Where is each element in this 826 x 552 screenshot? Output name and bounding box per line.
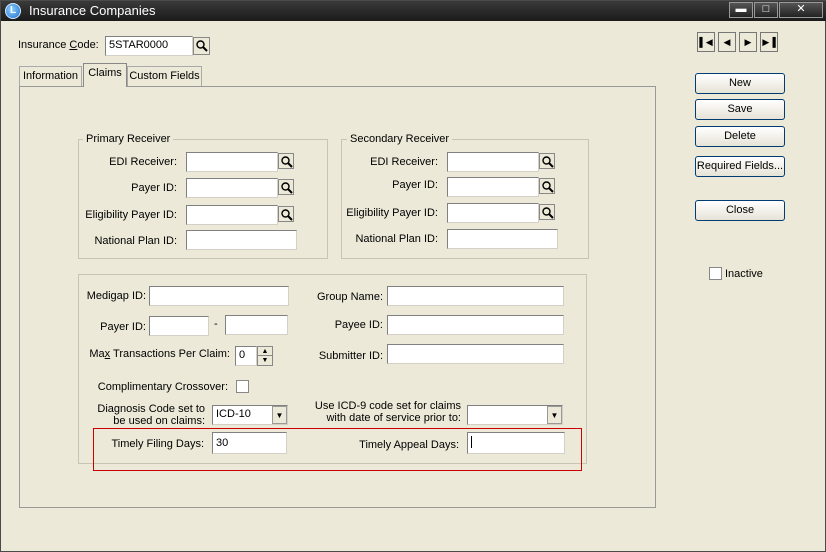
search-icon	[542, 181, 554, 193]
diagnosis-code-value: ICD-10	[216, 408, 251, 420]
maximize-button[interactable]: □	[754, 2, 778, 18]
search-icon	[281, 182, 293, 194]
diagnosis-code-label-line-1: Diagnosis Code set to	[97, 403, 205, 415]
primary-national-plan-id-label: National Plan ID:	[94, 235, 177, 247]
icd9-label-line-2: with date of service prior to:	[326, 412, 461, 424]
payer-id-label: Payer ID:	[100, 321, 146, 333]
search-icon	[196, 40, 208, 52]
insurance-code-lookup-button[interactable]	[193, 37, 210, 55]
complimentary-crossover-label: Complimentary Crossover:	[97, 381, 228, 393]
close-button[interactable]: Close	[695, 200, 785, 221]
inactive-checkbox[interactable]	[709, 267, 722, 280]
insurance-companies-window: L Insurance Companies ▬ □ ✕ Insurance Co…	[0, 0, 826, 552]
text-cursor	[471, 436, 472, 448]
last-record-button[interactable]: ▶▐	[760, 32, 778, 52]
maximize-icon: □	[762, 3, 770, 15]
tab-claims-label: Claims	[88, 67, 122, 79]
search-icon	[281, 156, 293, 168]
medigap-id-label: Medigap ID:	[86, 290, 146, 302]
submitter-id-input[interactable]	[387, 344, 564, 364]
tab-claims[interactable]: Claims	[83, 63, 127, 87]
secondary-edi-receiver-lookup-button[interactable]	[539, 153, 555, 169]
payee-id-label: Payee ID:	[334, 319, 383, 331]
tab-information-label: Information	[22, 70, 79, 82]
inactive-label: Inactive	[725, 268, 763, 280]
tab-information[interactable]: Information	[19, 66, 82, 86]
primary-payer-id-label: Payer ID:	[131, 182, 177, 194]
medigap-id-input[interactable]	[149, 286, 289, 306]
last-record-icon: ▶▐	[762, 37, 776, 47]
max-transactions-label: Max Transactions Per Claim:	[89, 348, 230, 360]
primary-edi-receiver-label: EDI Receiver:	[109, 156, 177, 168]
previous-record-button[interactable]: ◀	[718, 32, 736, 52]
next-record-button[interactable]: ▶	[739, 32, 757, 52]
chevron-down-icon[interactable]: ▼	[547, 406, 562, 424]
first-record-button[interactable]: ▌◀	[697, 32, 715, 52]
timely-appeal-days-input[interactable]	[467, 432, 565, 454]
spin-up-icon[interactable]: ▲	[258, 347, 272, 356]
search-icon	[542, 207, 554, 219]
secondary-payer-id-label: Payer ID:	[392, 179, 438, 191]
previous-record-icon: ◀	[723, 37, 731, 47]
payer-id-input-1[interactable]	[149, 316, 209, 336]
window-title: Insurance Companies	[29, 3, 156, 18]
insurance-code-input[interactable]: 5STAR0000	[105, 36, 193, 56]
primary-edi-receiver-input[interactable]	[186, 152, 278, 172]
icd9-label: Use ICD-9 code set for claims with date …	[301, 400, 461, 424]
minimize-icon: ▬	[735, 3, 747, 15]
first-record-icon: ▌◀	[699, 37, 713, 47]
close-window-button[interactable]: ✕	[779, 2, 823, 18]
primary-eligibility-payer-id-label: Eligibility Payer ID:	[85, 209, 177, 221]
timely-filing-days-label: Timely Filing Days:	[111, 438, 205, 450]
chevron-down-icon[interactable]: ▼	[272, 406, 287, 424]
next-record-icon: ▶	[744, 37, 752, 47]
secondary-eligibility-payer-id-lookup-button[interactable]	[539, 204, 555, 220]
diagnosis-code-label: Diagnosis Code set to be used on claims:	[61, 403, 205, 427]
timely-filing-days-input[interactable]: 30	[212, 432, 287, 454]
max-transactions-spinner[interactable]: ▲ ▼	[257, 346, 273, 366]
required-fields-button[interactable]: Required Fields...	[695, 156, 785, 177]
secondary-national-plan-id-label: National Plan ID:	[355, 233, 438, 245]
tab-custom-fields[interactable]: Custom Fields	[127, 66, 202, 86]
new-button[interactable]: New	[695, 73, 785, 94]
payer-id-input-2[interactable]	[225, 315, 288, 335]
primary-eligibility-payer-id-lookup-button[interactable]	[278, 206, 294, 222]
spin-down-icon[interactable]: ▼	[258, 356, 272, 365]
delete-button[interactable]: Delete	[695, 126, 785, 147]
secondary-edi-receiver-label: EDI Receiver:	[370, 156, 438, 168]
primary-edi-receiver-lookup-button[interactable]	[278, 153, 294, 169]
primary-national-plan-id-input[interactable]	[186, 230, 297, 250]
secondary-national-plan-id-input[interactable]	[447, 229, 558, 249]
primary-eligibility-payer-id-input[interactable]	[186, 205, 278, 225]
submitter-id-label: Submitter ID:	[318, 350, 383, 362]
secondary-payer-id-lookup-button[interactable]	[539, 178, 555, 194]
payer-id-separator: -	[214, 318, 218, 330]
secondary-edi-receiver-input[interactable]	[447, 152, 539, 172]
search-icon	[542, 156, 554, 168]
close-icon: ✕	[796, 3, 806, 15]
secondary-eligibility-payer-id-input[interactable]	[447, 203, 539, 223]
secondary-receiver-title: Secondary Receiver	[347, 133, 453, 145]
max-transactions-input[interactable]: 0	[235, 346, 257, 366]
payee-id-input[interactable]	[387, 315, 564, 335]
primary-receiver-title: Primary Receiver	[83, 133, 174, 145]
primary-payer-id-lookup-button[interactable]	[278, 179, 294, 195]
save-button[interactable]: Save	[695, 99, 785, 120]
group-name-input[interactable]	[387, 286, 564, 306]
tab-custom-fields-label: Custom Fields	[129, 70, 200, 82]
secondary-payer-id-input[interactable]	[447, 177, 539, 197]
secondary-eligibility-payer-id-label: Eligibility Payer ID:	[346, 207, 438, 219]
icd9-label-line-1: Use ICD-9 code set for claims	[314, 400, 461, 412]
search-icon	[281, 209, 293, 221]
complimentary-crossover-checkbox[interactable]	[236, 380, 249, 393]
group-name-label: Group Name:	[316, 291, 383, 303]
diagnosis-code-label-line-2: be used on claims:	[113, 415, 205, 427]
minimize-button[interactable]: ▬	[729, 2, 753, 18]
title-bar[interactable]: L Insurance Companies ▬ □ ✕	[1, 1, 826, 21]
primary-payer-id-input[interactable]	[186, 178, 278, 198]
insurance-code-label: Insurance Code:	[18, 39, 99, 51]
app-logo-icon: L	[5, 3, 21, 19]
timely-appeal-days-label: Timely Appeal Days:	[359, 439, 459, 451]
